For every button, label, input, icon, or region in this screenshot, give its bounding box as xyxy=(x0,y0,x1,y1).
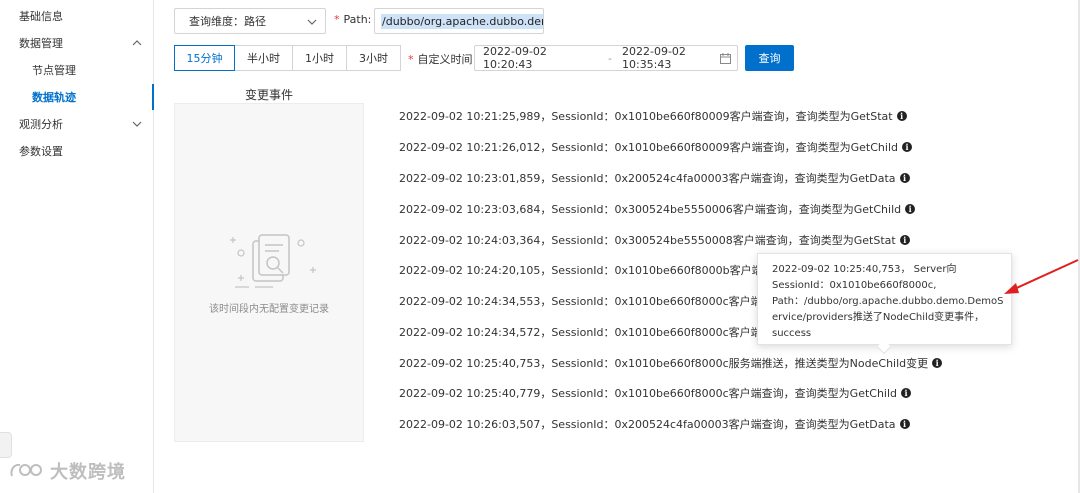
log-line: 2022-09-02 10:25:40,753，SessionId：0x1010… xyxy=(399,355,943,371)
tooltip-line: ervice/providers推送了NodeChild变更事件， xyxy=(772,312,985,323)
query-dimension-select[interactable]: 查询维度：路径 xyxy=(174,8,326,34)
log-line: 2022-09-02 10:24:34,572，SessionId：0x1010… xyxy=(399,324,806,340)
events-panel-title: 变更事件 xyxy=(244,88,293,102)
sidebar-item-data-trace[interactable]: 数据轨迹 xyxy=(0,84,154,110)
log-line-text: 2022-09-02 10:26:03,507，SessionId：0x2005… xyxy=(399,418,896,431)
sidebar: 基础信息 数据管理 节点管理 数据轨迹 观测分析 参数设置 大数跨境 xyxy=(0,0,154,493)
empty-document-icon xyxy=(230,234,316,288)
empty-state-text: 该时间段内无配置变更记录 xyxy=(209,304,329,315)
info-icon[interactable]: i xyxy=(899,419,910,429)
range-tab-label: 1小时 xyxy=(305,52,334,65)
start-time: 2022-09-02 10:20:43 xyxy=(483,45,547,71)
log-line-text: 2022-09-02 10:25:40,779，SessionId：0x1010… xyxy=(399,387,898,400)
log-line: 2022-09-02 10:26:03,507，SessionId：0x2005… xyxy=(399,416,910,432)
query-button[interactable]: 查询 xyxy=(745,45,794,71)
sidebar-item-label: 基础信息 xyxy=(19,10,63,23)
range-tab-1h[interactable]: 1小时 xyxy=(292,45,347,71)
path-label: * Path: xyxy=(334,13,371,26)
log-line-text: 2022-09-02 10:23:01,859，SessionId：0x2005… xyxy=(399,172,896,185)
sidebar-item-label: 数据管理 xyxy=(19,37,63,50)
log-line-text: 2022-09-02 10:24:20,105，SessionId：0x1010… xyxy=(399,264,807,277)
log-line: 2022-09-02 10:23:01,859，SessionId：0x2005… xyxy=(399,170,910,186)
custom-time-label-text: 自定义时间 xyxy=(417,53,473,66)
info-icon[interactable]: i xyxy=(896,111,907,121)
log-line-text: 2022-09-02 10:23:03,684，SessionId：0x3005… xyxy=(399,203,902,216)
log-line: 2022-09-02 10:25:40,779，SessionId：0x1010… xyxy=(399,385,912,401)
query-dimension-value: 查询维度：路径 xyxy=(189,15,266,28)
log-line-text: 2022-09-02 10:21:25,989，SessionId：0x1010… xyxy=(399,110,893,123)
tooltip-line: success xyxy=(772,328,812,339)
log-line: 2022-09-02 10:21:26,012，SessionId：0x1010… xyxy=(399,139,912,155)
sidebar-item-basic-info[interactable]: 基础信息 xyxy=(0,3,153,29)
sidebar-item-node-management[interactable]: 节点管理 xyxy=(0,57,153,83)
chevron-down-icon xyxy=(307,19,317,25)
info-icon[interactable]: i xyxy=(901,142,912,152)
annotation-arrow-icon xyxy=(1004,259,1079,294)
log-line-text: 2022-09-02 10:24:34,572，SessionId：0x1010… xyxy=(399,326,806,339)
watermark-text: 大数跨境 xyxy=(50,462,126,483)
sidebar-item-parameter-settings[interactable]: 参数设置 xyxy=(0,138,153,164)
info-icon[interactable]: i xyxy=(901,388,912,398)
tooltip-line: SessionId：0x1010be660f8000c, xyxy=(772,280,937,291)
range-tab-label: 15分钟 xyxy=(186,52,223,65)
watermark-icon xyxy=(10,463,42,477)
date-range-picker[interactable]: 2022-09-02 10:20:43 - 2022-09-02 10:35:4… xyxy=(474,45,738,71)
tooltip-line: 2022-09-02 10:25:40,753， Server向 xyxy=(772,264,957,275)
info-icon[interactable]: i xyxy=(932,358,943,368)
date-separator: - xyxy=(608,51,612,65)
path-label-text: Path: xyxy=(343,13,372,26)
required-mark: * xyxy=(408,53,414,66)
chevron-down-icon xyxy=(131,118,143,130)
log-line: 2022-09-02 10:23:03,684，SessionId：0x3005… xyxy=(399,201,916,217)
range-tab-15min[interactable]: 15分钟 xyxy=(174,45,235,71)
log-line-text: 2022-09-02 10:24:03,364，SessionId：0x3005… xyxy=(399,234,896,247)
collapse-handle[interactable] xyxy=(0,432,12,458)
log-line-text: 2022-09-02 10:25:40,753，SessionId：0x1010… xyxy=(399,357,929,370)
log-line: 2022-09-02 10:21:25,989，SessionId：0x1010… xyxy=(399,108,907,124)
custom-time-label: * 自定义时间 xyxy=(408,51,473,67)
tooltip-line: Path：/dubbo/org.apache.dubbo.demo.DemoS xyxy=(772,296,1004,307)
range-tab-label: 半小时 xyxy=(247,52,280,65)
sidebar-item-data-management[interactable]: 数据管理 xyxy=(0,30,153,56)
range-tab-label: 3小时 xyxy=(359,52,388,65)
events-panel: 该时间段内无配置变更记录 xyxy=(174,103,364,442)
required-mark: * xyxy=(334,13,340,26)
log-line: 2022-09-02 10:24:20,105，SessionId：0x1010… xyxy=(399,262,807,278)
info-icon[interactable]: i xyxy=(899,235,910,245)
sidebar-item-observability[interactable]: 观测分析 xyxy=(0,111,153,137)
watermark-logo: 大数跨境 xyxy=(8,458,126,484)
chevron-up-icon xyxy=(131,37,143,49)
path-input[interactable]: /dubbo/org.apache.dubbo.dem xyxy=(374,8,544,34)
sidebar-item-label: 参数设置 xyxy=(19,145,63,158)
calendar-icon xyxy=(720,53,731,64)
path-input-value: /dubbo/org.apache.dubbo.dem xyxy=(381,13,543,29)
log-line-text: 2022-09-02 10:24:34,553，SessionId：0x1010… xyxy=(399,295,806,308)
log-line-text: 2022-09-02 10:21:26,012，SessionId：0x1010… xyxy=(399,141,898,154)
sidebar-item-label: 节点管理 xyxy=(32,64,76,77)
range-tab-3h[interactable]: 3小时 xyxy=(346,45,401,71)
info-icon[interactable]: i xyxy=(899,173,910,183)
info-icon[interactable]: i xyxy=(905,204,916,214)
log-line: 2022-09-02 10:24:34,553，SessionId：0x1010… xyxy=(399,293,806,309)
sidebar-item-label: 数据轨迹 xyxy=(32,91,76,104)
sidebar-item-label: 观测分析 xyxy=(19,118,63,131)
log-line: 2022-09-02 10:24:03,364，SessionId：0x3005… xyxy=(399,232,910,248)
event-detail-tooltip: 2022-09-02 10:25:40,753， Server向 Session… xyxy=(757,253,1012,345)
range-tab-half-hour[interactable]: 半小时 xyxy=(234,45,293,71)
